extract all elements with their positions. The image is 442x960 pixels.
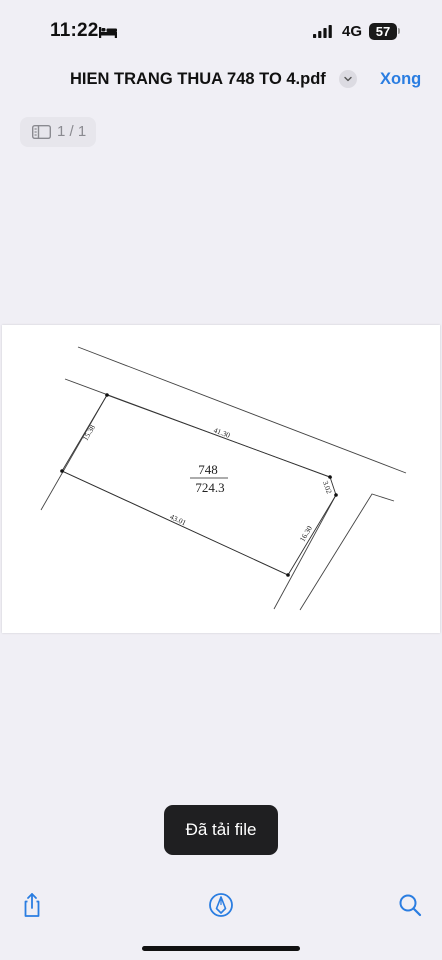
download-toast: Đã tải file: [164, 805, 278, 855]
chevron-down-icon: [344, 76, 352, 82]
network-type: 4G: [342, 23, 363, 40]
parcel-number: 748: [198, 462, 218, 477]
battery-level: 57: [375, 24, 391, 39]
neighbour-plot-edge: [299, 493, 395, 611]
markup-button[interactable]: [206, 890, 236, 920]
markup-icon: [209, 893, 233, 917]
status-bar: 11:22 4G 57: [0, 0, 442, 62]
edge-label-bottom: 43.01: [169, 512, 188, 527]
edge-label-left: 15.38: [81, 423, 97, 442]
document-title[interactable]: HIEN TRANG THUA 748 TO 4.pdf: [70, 70, 326, 89]
page-thumbnails-icon: [32, 125, 51, 139]
bed-icon: [99, 27, 117, 38]
pdf-page[interactable]: 41.30 15.38 3.02 43.01 16.30 748 724.3: [2, 325, 440, 633]
boundary-right-ext: [273, 494, 337, 610]
parcel-vertex: [60, 469, 64, 473]
road-line-upper: [77, 346, 407, 474]
bottom-toolbar: [0, 880, 442, 930]
battery-icon: 57: [369, 23, 397, 40]
nav-bar: HIEN TRANG THUA 748 TO 4.pdf Xong: [0, 62, 442, 102]
parcel-vertex: [328, 475, 332, 479]
share-icon: [24, 893, 40, 917]
parcel-drawing: 41.30 15.38 3.02 43.01 16.30 748 724.3: [40, 346, 407, 611]
cellular-signal-icon: [313, 25, 332, 38]
toast-message: Đã tải file: [185, 820, 257, 839]
parcel-vertex: [334, 493, 338, 497]
page-count: 1 / 1: [57, 123, 87, 140]
battery-cap: [398, 28, 400, 34]
parcel-vertex: [286, 573, 290, 577]
parcel-vertex: [105, 393, 109, 397]
done-button[interactable]: Xong: [380, 70, 421, 89]
search-button[interactable]: [395, 890, 425, 920]
home-indicator[interactable]: [142, 946, 300, 951]
search-icon: [399, 894, 422, 917]
page-indicator[interactable]: 1 / 1: [20, 117, 96, 147]
parcel-area: 724.3: [195, 480, 224, 495]
share-button[interactable]: [17, 890, 47, 920]
title-menu-button[interactable]: [339, 70, 357, 88]
status-time: 11:22: [50, 20, 99, 41]
